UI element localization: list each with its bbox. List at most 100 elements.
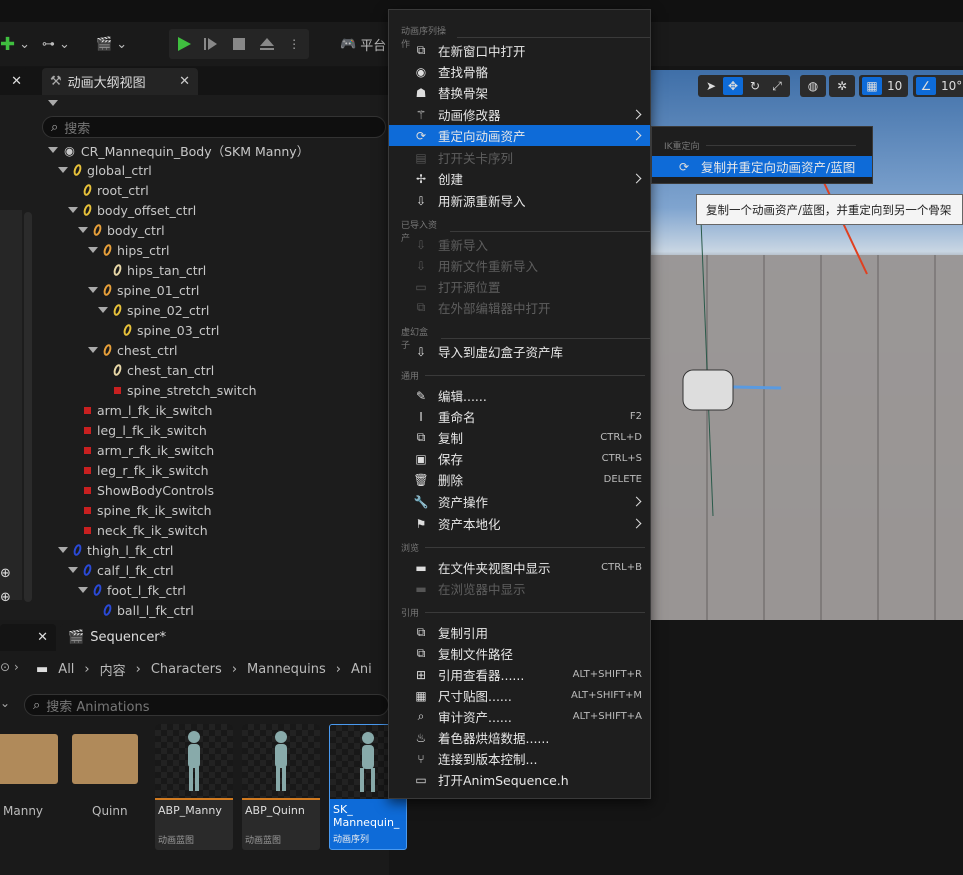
menu-item-replace-skeleton[interactable]: ☗ 替换骨架 bbox=[389, 82, 650, 103]
tree-node[interactable]: spine_fk_ik_switch bbox=[84, 500, 212, 520]
node-label: calf_l_fk_ctrl bbox=[97, 562, 174, 578]
more-options-icon[interactable]: ⋮ bbox=[283, 33, 305, 55]
grid-snap[interactable]: ▦ 10 bbox=[859, 75, 909, 97]
node-label: CR_Mannequin_Body（SKM Manny） bbox=[80, 143, 310, 159]
tree-node[interactable]: thigh_l_fk_ctrl bbox=[58, 540, 173, 560]
tree-node[interactable]: global_ctrl bbox=[58, 160, 152, 180]
asset-tile[interactable]: ABP_Manny 动画蓝图 bbox=[155, 724, 233, 850]
menu-item-edit[interactable]: ✎ 编辑...... bbox=[389, 385, 650, 406]
tree-node[interactable]: spine_01_ctrl bbox=[88, 280, 199, 300]
menu-item-create[interactable]: ✢ 创建 bbox=[389, 168, 650, 189]
tree-node[interactable]: spine_02_ctrl bbox=[98, 300, 209, 320]
breadcrumb-item[interactable]: Ani bbox=[351, 662, 372, 677]
tree-node[interactable]: neck_fk_ik_switch bbox=[84, 520, 208, 540]
breadcrumb-item[interactable]: Characters bbox=[151, 662, 222, 677]
move-tool-icon[interactable]: ✥ bbox=[723, 77, 743, 95]
menu-item-localization[interactable]: ⚑ 资产本地化 bbox=[389, 513, 650, 534]
expand-arrow-icon[interactable] bbox=[78, 587, 88, 593]
close-icon: ✕ bbox=[11, 74, 22, 89]
tree-node[interactable]: spine_03_ctrl bbox=[122, 320, 219, 340]
menu-item-retarget[interactable]: ⟳ 重定向动画资产 bbox=[389, 125, 650, 146]
menu-item-reference-viewer[interactable]: ⊞ 引用查看器...... ALT+SHIFT+R bbox=[389, 664, 650, 685]
menu-item-audit[interactable]: ⌕ 审计资产...... ALT+SHIFT+A bbox=[389, 706, 650, 727]
expand-arrow-icon[interactable] bbox=[78, 227, 88, 233]
tab-sequencer[interactable]: 🎬 Sequencer* bbox=[60, 624, 389, 650]
menu-item-delete[interactable]: 🗑 删除 DELETE bbox=[389, 469, 650, 490]
add-button[interactable]: ✚ ⌄ bbox=[0, 28, 30, 60]
breadcrumb-item[interactable]: All bbox=[58, 662, 74, 677]
stop-button[interactable] bbox=[228, 33, 250, 55]
tree-node[interactable]: ShowBodyControls bbox=[84, 480, 214, 500]
platform-button[interactable]: 🎮 平台 bbox=[340, 28, 386, 60]
expand-arrow-icon[interactable] bbox=[68, 207, 78, 213]
tree-node[interactable]: arm_r_fk_ik_switch bbox=[84, 440, 214, 460]
tree-node[interactable]: leg_l_fk_ik_switch bbox=[84, 420, 207, 440]
collapse-arrow[interactable] bbox=[48, 100, 58, 106]
menu-item-rename[interactable]: I 重命名 F2 bbox=[389, 406, 650, 427]
rename-icon: I bbox=[419, 409, 423, 424]
menu-item-find-skeleton[interactable]: ◉ 查找骨骼 bbox=[389, 61, 650, 82]
tab-close-left[interactable]: ✕ bbox=[0, 68, 28, 95]
tree-node[interactable]: chest_tan_ctrl bbox=[112, 360, 214, 380]
surface-snap-button[interactable]: ✲ bbox=[829, 75, 855, 97]
menu-item-anim-modifiers[interactable]: ⚚ 动画修改器 bbox=[389, 104, 650, 125]
menu-item-asset-actions[interactable]: 🔧 资产操作 bbox=[389, 491, 650, 512]
cinematics-button[interactable]: 🎬 ⌄ bbox=[96, 28, 127, 60]
outline-search-input[interactable]: ⌕ 搜索 bbox=[42, 116, 386, 138]
tree-node[interactable]: foot_l_fk_ctrl bbox=[78, 580, 186, 600]
asset-search-input[interactable]: ⌕ 搜索 Animations bbox=[24, 694, 389, 716]
expand-arrow-icon[interactable] bbox=[58, 167, 68, 173]
tree-node[interactable]: calf_l_fk_ctrl bbox=[68, 560, 174, 580]
expand-arrow-icon[interactable] bbox=[48, 147, 58, 153]
menu-item-open-new-window[interactable]: ⧉ 在新窗口中打开 bbox=[389, 40, 650, 61]
expand-arrow-icon[interactable] bbox=[58, 547, 68, 553]
breadcrumb-item[interactable]: 内容 bbox=[100, 660, 126, 679]
menu-item-import-box[interactable]: ⇩ 导入到虚幻盒子资产库 bbox=[389, 341, 650, 362]
angle-snap[interactable]: ∠ 10° bbox=[913, 75, 963, 97]
tree-node[interactable]: body_offset_ctrl bbox=[68, 200, 196, 220]
menu-item-source-control[interactable]: ⑂ 连接到版本控制... bbox=[389, 748, 650, 769]
asset-tile[interactable]: ABP_Quinn 动画蓝图 bbox=[242, 724, 320, 850]
tree-node-root[interactable]: ◉ CR_Mannequin_Body（SKM Manny） bbox=[48, 140, 309, 160]
folder-icon[interactable] bbox=[72, 734, 138, 784]
tree-node[interactable]: root_ctrl bbox=[82, 180, 149, 200]
menu-item-show-in-folder[interactable]: ▬ 在文件夹视图中显示 CTRL+B bbox=[389, 557, 650, 578]
menu-item-open-header[interactable]: ▭ 打开AnimSequence.h bbox=[389, 769, 650, 790]
tree-node[interactable]: body_ctrl bbox=[78, 220, 165, 240]
tree-node[interactable]: spine_stretch_switch bbox=[114, 380, 257, 400]
menu-item-reimport-new-source[interactable]: ⇩ 用新源重新导入 bbox=[389, 190, 650, 211]
tab-animation-outline[interactable]: ⚒ 动画大纲视图 ✕ bbox=[42, 68, 198, 95]
chevron-down-icon[interactable]: ⌄ bbox=[0, 696, 10, 710]
sequence-icon: ▤ bbox=[415, 150, 427, 165]
folder-icon[interactable] bbox=[0, 734, 58, 784]
tree-node[interactable]: leg_r_fk_ik_switch bbox=[84, 460, 209, 480]
world-button[interactable]: ◍ bbox=[800, 75, 826, 97]
menu-item-duplicate-retarget[interactable]: ⟳ 复制并重定向动画资产/蓝图 bbox=[652, 156, 872, 177]
tree-node[interactable]: hips_tan_ctrl bbox=[112, 260, 206, 280]
step-button[interactable] bbox=[201, 33, 223, 55]
expand-arrow-icon[interactable] bbox=[98, 307, 108, 313]
menu-item-size-map[interactable]: ▦ 尺寸贴图...... ALT+SHIFT+M bbox=[389, 685, 650, 706]
rotate-tool-icon[interactable]: ↻ bbox=[745, 77, 765, 95]
breadcrumb-item[interactable]: Mannequins bbox=[247, 662, 326, 677]
play-button[interactable] bbox=[173, 33, 195, 55]
menu-item-shader-data[interactable]: ♨ 着色器烘焙数据...... bbox=[389, 727, 650, 748]
tree-node[interactable]: arm_l_fk_ik_switch bbox=[84, 400, 213, 420]
blueprint-button[interactable]: ⊶ ⌄ bbox=[42, 28, 70, 60]
scale-tool-icon[interactable]: ⤢ bbox=[767, 77, 787, 95]
close-icon[interactable]: ✕ bbox=[179, 74, 190, 89]
eject-button[interactable] bbox=[256, 33, 278, 55]
menu-item-copy-path[interactable]: ⧉ 复制文件路径 bbox=[389, 643, 650, 664]
menu-item-copy-reference[interactable]: ⧉ 复制引用 bbox=[389, 622, 650, 643]
select-tool-icon[interactable]: ➤ bbox=[701, 77, 721, 95]
menu-item-duplicate[interactable]: ⧉ 复制 CTRL+D bbox=[389, 427, 650, 448]
tree-node[interactable]: chest_ctrl bbox=[88, 340, 178, 360]
expand-arrow-icon[interactable] bbox=[68, 567, 78, 573]
menu-item-save[interactable]: ▣ 保存 CTRL+S bbox=[389, 448, 650, 469]
expand-arrow-icon[interactable] bbox=[88, 347, 98, 353]
tab-content-close[interactable]: ✕ bbox=[0, 624, 56, 651]
expand-arrow-icon[interactable] bbox=[88, 287, 98, 293]
tree-node[interactable]: hips_ctrl bbox=[88, 240, 169, 260]
expand-arrow-icon[interactable] bbox=[88, 247, 98, 253]
tree-node[interactable]: ball_l_fk_ctrl bbox=[102, 600, 194, 620]
